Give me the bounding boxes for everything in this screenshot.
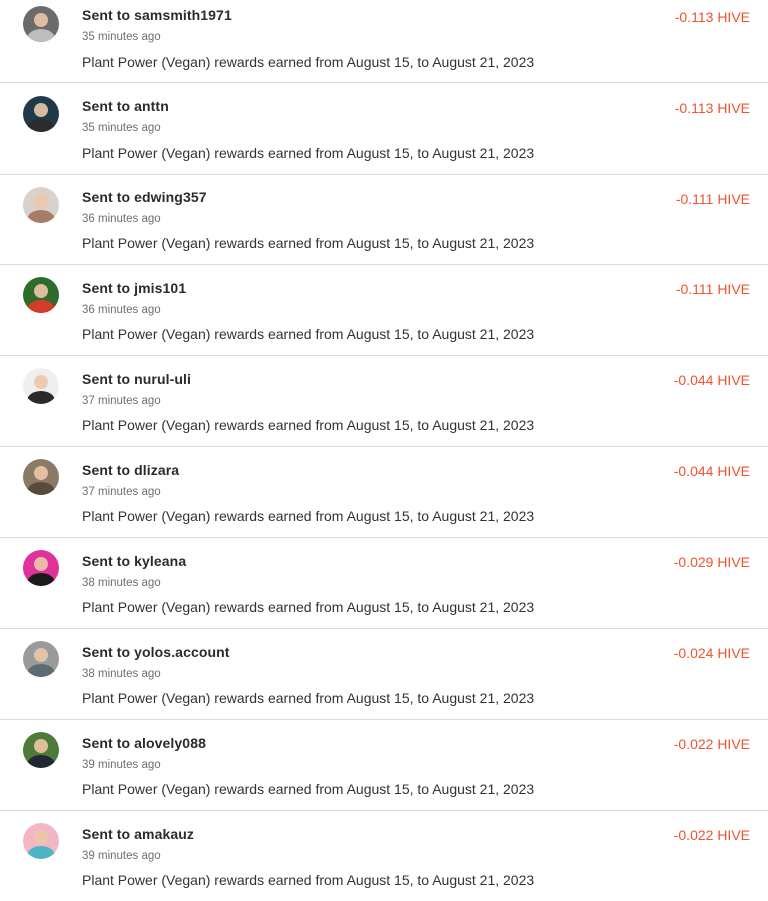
avatar[interactable] bbox=[23, 277, 59, 313]
transaction-title[interactable]: Sent to dlizara bbox=[82, 462, 179, 478]
transaction-title[interactable]: Sent to alovely088 bbox=[82, 735, 206, 751]
avatar[interactable] bbox=[23, 550, 59, 586]
transaction-time: 36 minutes ago bbox=[82, 213, 161, 225]
transaction-time: 35 minutes ago bbox=[82, 31, 161, 43]
avatar-body bbox=[27, 300, 55, 313]
transaction-title[interactable]: Sent to yolos.account bbox=[82, 644, 230, 660]
transaction-title[interactable]: Sent to amakauz bbox=[82, 826, 194, 842]
transaction-memo: Plant Power (Vegan) rewards earned from … bbox=[82, 145, 535, 161]
avatar[interactable] bbox=[23, 459, 59, 495]
avatar[interactable] bbox=[23, 96, 59, 132]
transaction-title[interactable]: Sent to edwing357 bbox=[82, 189, 207, 205]
avatar-body bbox=[27, 482, 55, 495]
transaction-title[interactable]: Sent to samsmith1971 bbox=[82, 7, 232, 23]
transaction-row: Sent to alovely088 39 minutes ago Plant … bbox=[0, 720, 768, 811]
transaction-memo: Plant Power (Vegan) rewards earned from … bbox=[82, 872, 535, 888]
transaction-amount: -0.022 HIVE bbox=[673, 736, 750, 752]
transaction-memo: Plant Power (Vegan) rewards earned from … bbox=[82, 690, 535, 706]
avatar-body bbox=[27, 573, 55, 586]
transaction-amount: -0.044 HIVE bbox=[673, 463, 750, 479]
avatar-body bbox=[27, 846, 55, 859]
transaction-row: Sent to yolos.account 38 minutes ago Pla… bbox=[0, 629, 768, 720]
transaction-memo: Plant Power (Vegan) rewards earned from … bbox=[82, 235, 535, 251]
transaction-row: Sent to nurul-uli 37 minutes ago Plant P… bbox=[0, 356, 768, 447]
transaction-time: 38 minutes ago bbox=[82, 668, 161, 680]
transaction-amount: -0.113 HIVE bbox=[674, 100, 750, 116]
transaction-list: Sent to samsmith1971 35 minutes ago Plan… bbox=[0, 0, 768, 899]
avatar-body bbox=[27, 119, 55, 132]
transaction-time: 37 minutes ago bbox=[82, 395, 161, 407]
avatar[interactable] bbox=[23, 187, 59, 223]
transaction-amount: -0.044 HIVE bbox=[673, 372, 750, 388]
avatar-face bbox=[34, 830, 48, 844]
transaction-row: Sent to edwing357 36 minutes ago Plant P… bbox=[0, 175, 768, 265]
avatar-face bbox=[34, 375, 48, 389]
avatar-face bbox=[34, 557, 48, 571]
transaction-amount: -0.111 HIVE bbox=[675, 281, 750, 297]
avatar[interactable] bbox=[23, 641, 59, 677]
transaction-amount: -0.113 HIVE bbox=[674, 9, 750, 25]
avatar[interactable] bbox=[23, 732, 59, 768]
avatar-face bbox=[34, 194, 48, 208]
transaction-memo: Plant Power (Vegan) rewards earned from … bbox=[82, 508, 535, 524]
avatar-body bbox=[27, 755, 55, 768]
transaction-time: 36 minutes ago bbox=[82, 304, 161, 316]
transaction-amount: -0.111 HIVE bbox=[675, 191, 750, 207]
transaction-row: Sent to dlizara 37 minutes ago Plant Pow… bbox=[0, 447, 768, 538]
transaction-row: Sent to jmis101 36 minutes ago Plant Pow… bbox=[0, 265, 768, 356]
avatar-body bbox=[27, 391, 55, 404]
transaction-time: 38 minutes ago bbox=[82, 577, 161, 589]
avatar-face bbox=[34, 466, 48, 480]
avatar-face bbox=[34, 13, 48, 27]
transaction-row: Sent to amakauz 39 minutes ago Plant Pow… bbox=[0, 811, 768, 899]
transaction-row: Sent to anttn 35 minutes ago Plant Power… bbox=[0, 83, 768, 175]
avatar-body bbox=[27, 664, 55, 677]
transaction-memo: Plant Power (Vegan) rewards earned from … bbox=[82, 599, 535, 615]
avatar-body bbox=[27, 210, 55, 223]
transaction-amount: -0.029 HIVE bbox=[673, 554, 750, 570]
transaction-memo: Plant Power (Vegan) rewards earned from … bbox=[82, 326, 535, 342]
avatar-face bbox=[34, 739, 48, 753]
transaction-time: 39 minutes ago bbox=[82, 759, 161, 771]
avatar-face bbox=[34, 103, 48, 117]
transaction-amount: -0.022 HIVE bbox=[673, 827, 750, 843]
avatar-face bbox=[34, 648, 48, 662]
transaction-title[interactable]: Sent to nurul-uli bbox=[82, 371, 191, 387]
transaction-title[interactable]: Sent to kyleana bbox=[82, 553, 186, 569]
transaction-amount: -0.024 HIVE bbox=[673, 645, 750, 661]
transaction-memo: Plant Power (Vegan) rewards earned from … bbox=[82, 417, 535, 433]
transaction-memo: Plant Power (Vegan) rewards earned from … bbox=[82, 54, 535, 70]
avatar[interactable] bbox=[23, 823, 59, 859]
avatar[interactable] bbox=[23, 368, 59, 404]
transaction-time: 37 minutes ago bbox=[82, 486, 161, 498]
transaction-memo: Plant Power (Vegan) rewards earned from … bbox=[82, 781, 535, 797]
transaction-time: 39 minutes ago bbox=[82, 850, 161, 862]
avatar-body bbox=[27, 29, 55, 42]
transaction-title[interactable]: Sent to jmis101 bbox=[82, 280, 186, 296]
transaction-title[interactable]: Sent to anttn bbox=[82, 98, 169, 114]
transaction-row: Sent to samsmith1971 35 minutes ago Plan… bbox=[0, 0, 768, 83]
avatar[interactable] bbox=[23, 6, 59, 42]
transaction-row: Sent to kyleana 38 minutes ago Plant Pow… bbox=[0, 538, 768, 629]
transaction-time: 35 minutes ago bbox=[82, 122, 161, 134]
avatar-face bbox=[34, 284, 48, 298]
